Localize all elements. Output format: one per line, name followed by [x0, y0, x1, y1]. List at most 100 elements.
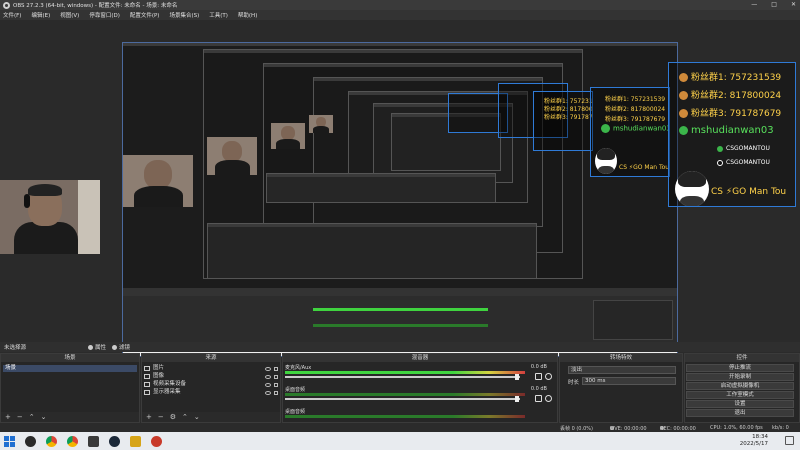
fan-icon: [679, 109, 688, 118]
gear-icon[interactable]: [545, 395, 552, 402]
nested-mixer: [266, 173, 496, 203]
menu-docks[interactable]: 停靠窗口(D): [89, 11, 120, 19]
app-icon[interactable]: [88, 435, 99, 447]
fan-group-label: 粉丝群3: 791787679: [544, 114, 593, 121]
volume-meter: [285, 415, 525, 418]
preview-area[interactable]: 粉丝群1: 757231539 粉丝群2: 817800024 粉丝群3: 79…: [0, 20, 800, 357]
move-down-button[interactable]: ⌄: [41, 413, 47, 421]
scenes-dock: 场景 场景 + − ⌃ ⌄: [0, 353, 140, 423]
transition-type-select[interactable]: 淡出: [568, 366, 676, 374]
scenes-dock-title: 场景: [1, 354, 139, 362]
studio-mode-button[interactable]: 工作室模式: [686, 391, 794, 399]
menu-tools[interactable]: 工具(T): [209, 11, 228, 19]
volume-meter: [285, 371, 525, 374]
sources-dock: 来源 图片 图像 视频采集设备 显示器采集 + − ⚙ ⌃ ⌄: [141, 353, 281, 423]
add-source-button[interactable]: +: [146, 413, 152, 421]
menu-edit[interactable]: 编辑(E): [31, 11, 50, 19]
move-up-button[interactable]: ⌃: [29, 413, 35, 421]
menu-profile[interactable]: 配置文件(P): [130, 11, 160, 19]
overlay-box-large: 粉丝群1: 757231539 粉丝群2: 817800024 粉丝群3: 79…: [668, 62, 796, 207]
source-item[interactable]: 图片: [144, 365, 278, 372]
wechat-icon: [601, 124, 610, 133]
move-down-button[interactable]: ⌄: [194, 413, 200, 421]
wechat-icon: [717, 145, 723, 152]
chrome-icon[interactable]: [67, 435, 78, 447]
volume-slider[interactable]: [285, 376, 520, 378]
remove-scene-button[interactable]: −: [17, 413, 23, 421]
preview-canvas[interactable]: 粉丝群1: 757231539 粉丝群2: 817800024 粉丝群3: 79…: [122, 42, 678, 357]
start-virtual-camera-button[interactable]: 启动虚拟摄像机: [686, 382, 794, 390]
channel-db: 0.0 dB: [530, 364, 547, 370]
chrome-icon[interactable]: [46, 435, 57, 447]
start-recording-button[interactable]: 开始录制: [686, 373, 794, 381]
avatar: [675, 171, 709, 206]
signature-text: CS ⚡GO Man Tou: [619, 164, 670, 171]
source-settings-button[interactable]: ⚙: [170, 413, 176, 421]
window-titlebar: OBS 27.2.3 (64-bit, windows) - 配置文件: 未命名…: [0, 0, 800, 10]
volume-meter: [285, 393, 525, 396]
cpu-status: CPU: 1.0%, 60.00 fps: [710, 425, 763, 431]
gear-icon[interactable]: [545, 373, 552, 380]
stop-streaming-button[interactable]: 停止推流: [686, 364, 794, 372]
webcam-thumbnail: [123, 155, 193, 207]
visibility-icon[interactable]: [265, 374, 271, 379]
clock-date: 2022/5/17: [739, 441, 768, 447]
taskbar-clock[interactable]: 18:34 2022/5/17: [740, 434, 768, 448]
filters-button[interactable]: 滤镜: [112, 343, 130, 351]
visibility-icon[interactable]: [265, 366, 271, 371]
search-icon[interactable]: [25, 435, 36, 447]
tiktok-id: CSGOMANTOU: [726, 159, 770, 166]
source-item[interactable]: 图像: [144, 373, 278, 380]
transitions-dock: 转场特效 淡出 时长 300 ms: [559, 353, 683, 423]
volume-slider-handle[interactable]: [515, 396, 519, 402]
minimize-button[interactable]: —: [751, 0, 757, 10]
steam-icon[interactable]: [109, 435, 120, 447]
volume-slider-handle[interactable]: [515, 374, 519, 380]
visibility-icon[interactable]: [265, 382, 271, 387]
app-icon[interactable]: [130, 435, 141, 447]
visibility-icon[interactable]: [265, 390, 271, 395]
avatar: [595, 148, 617, 174]
windows-start-icon[interactable]: [4, 435, 15, 447]
volume-slider[interactable]: [285, 398, 520, 400]
maximize-button[interactable]: □: [771, 0, 777, 10]
sources-dock-title: 来源: [142, 354, 280, 362]
webcam-thumbnail: [309, 115, 333, 133]
source-item[interactable]: 显示器采集: [144, 389, 278, 396]
obs-logo-icon: [3, 1, 10, 9]
move-up-button[interactable]: ⌃: [182, 413, 188, 421]
overlay-box-medium: 粉丝群1: 757231539 粉丝群2: 817800024 粉丝群3: 79…: [590, 87, 670, 177]
fan-icon: [679, 91, 688, 100]
obs-icon[interactable]: [151, 435, 162, 447]
speaker-icon[interactable]: [535, 395, 542, 402]
nested-dock: [207, 223, 537, 279]
menu-scene-collection[interactable]: 场景集合(S): [169, 11, 199, 19]
menu-help[interactable]: 帮助(H): [238, 11, 257, 19]
add-scene-button[interactable]: +: [5, 413, 11, 421]
duration-input[interactable]: 300 ms: [582, 377, 676, 385]
clock-time: 18:34: [752, 434, 768, 440]
duration-label: 时长: [568, 380, 580, 386]
menu-file[interactable]: 文件(F): [3, 11, 21, 19]
remove-source-button[interactable]: −: [158, 413, 164, 421]
no-source-selected-label: 未选择源: [4, 345, 27, 351]
speaker-icon[interactable]: [535, 373, 542, 380]
signature-text: CS ⚡GO Man Tou: [711, 187, 787, 197]
menu-view[interactable]: 视图(V): [60, 11, 79, 19]
close-button[interactable]: ✕: [791, 0, 796, 10]
settings-button[interactable]: 设置: [686, 400, 794, 408]
gear-icon: [88, 344, 93, 350]
fan-group-label: 粉丝群1: 757231539: [605, 96, 666, 103]
lock-icon[interactable]: [274, 366, 278, 371]
status-bar: 丢帧 0 (0.0%) LIVE: 00:00:00 REC: 00:00:00…: [0, 424, 800, 432]
lock-icon[interactable]: [274, 374, 278, 379]
properties-button[interactable]: 属性: [88, 343, 106, 351]
lock-icon[interactable]: [274, 382, 278, 387]
webcam-thumbnail: [271, 123, 305, 149]
source-item[interactable]: 视频采集设备: [144, 381, 278, 388]
tiktok-icon: [717, 159, 723, 166]
notification-icon[interactable]: [785, 436, 794, 445]
lock-icon[interactable]: [274, 390, 278, 395]
scene-item[interactable]: 场景: [3, 365, 137, 372]
exit-button[interactable]: 退出: [686, 409, 794, 417]
